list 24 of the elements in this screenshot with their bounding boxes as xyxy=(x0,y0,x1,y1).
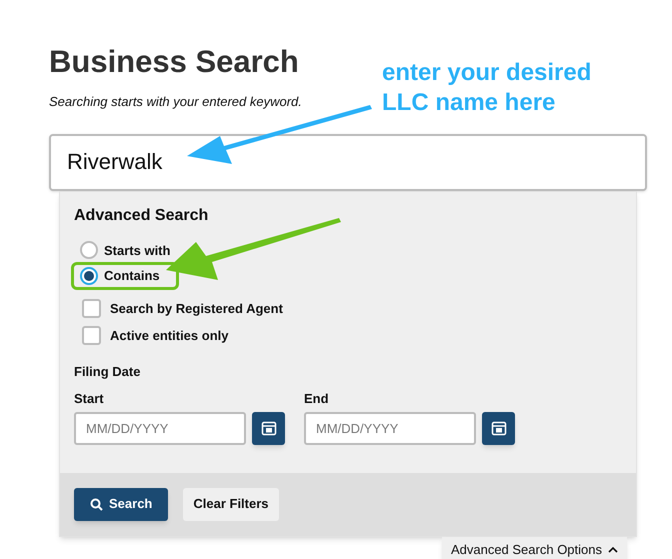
subtitle: Searching starts with your entered keyword. xyxy=(49,93,302,111)
field-label: End xyxy=(304,390,329,408)
search-field[interactable]: Riverwalk xyxy=(49,134,647,190)
calendar-icon xyxy=(490,420,506,436)
chevron-up-icon xyxy=(608,546,618,553)
annotation-text: enter your desired xyxy=(382,58,592,88)
clear-filters-button[interactable]: Clear Filters xyxy=(183,488,279,520)
search-icon xyxy=(90,498,103,510)
section-title: Advanced Search xyxy=(74,206,208,226)
checkbox-option[interactable]: Active entities only xyxy=(82,326,283,346)
field-label: Start xyxy=(74,390,104,408)
date-field[interactable]: MM/DD/YYYY xyxy=(304,412,476,444)
field-group-title: Filing Date xyxy=(74,362,140,381)
radio-option[interactable]: Starts with xyxy=(74,240,176,261)
search-button[interactable]: Search xyxy=(74,488,168,520)
calendar-button[interactable] xyxy=(482,412,515,444)
annotation-text: LLC name here xyxy=(382,88,556,118)
radio-option[interactable]: Contains xyxy=(74,265,176,286)
advanced-options-toggle[interactable]: Advanced Search Options xyxy=(442,536,627,559)
checkbox-option[interactable]: Search by Registered Agent xyxy=(82,298,283,318)
page-title: Business Search xyxy=(49,44,299,80)
calendar-button[interactable] xyxy=(252,412,285,444)
calendar-icon xyxy=(260,420,276,436)
date-field[interactable]: MM/DD/YYYY xyxy=(74,412,246,444)
